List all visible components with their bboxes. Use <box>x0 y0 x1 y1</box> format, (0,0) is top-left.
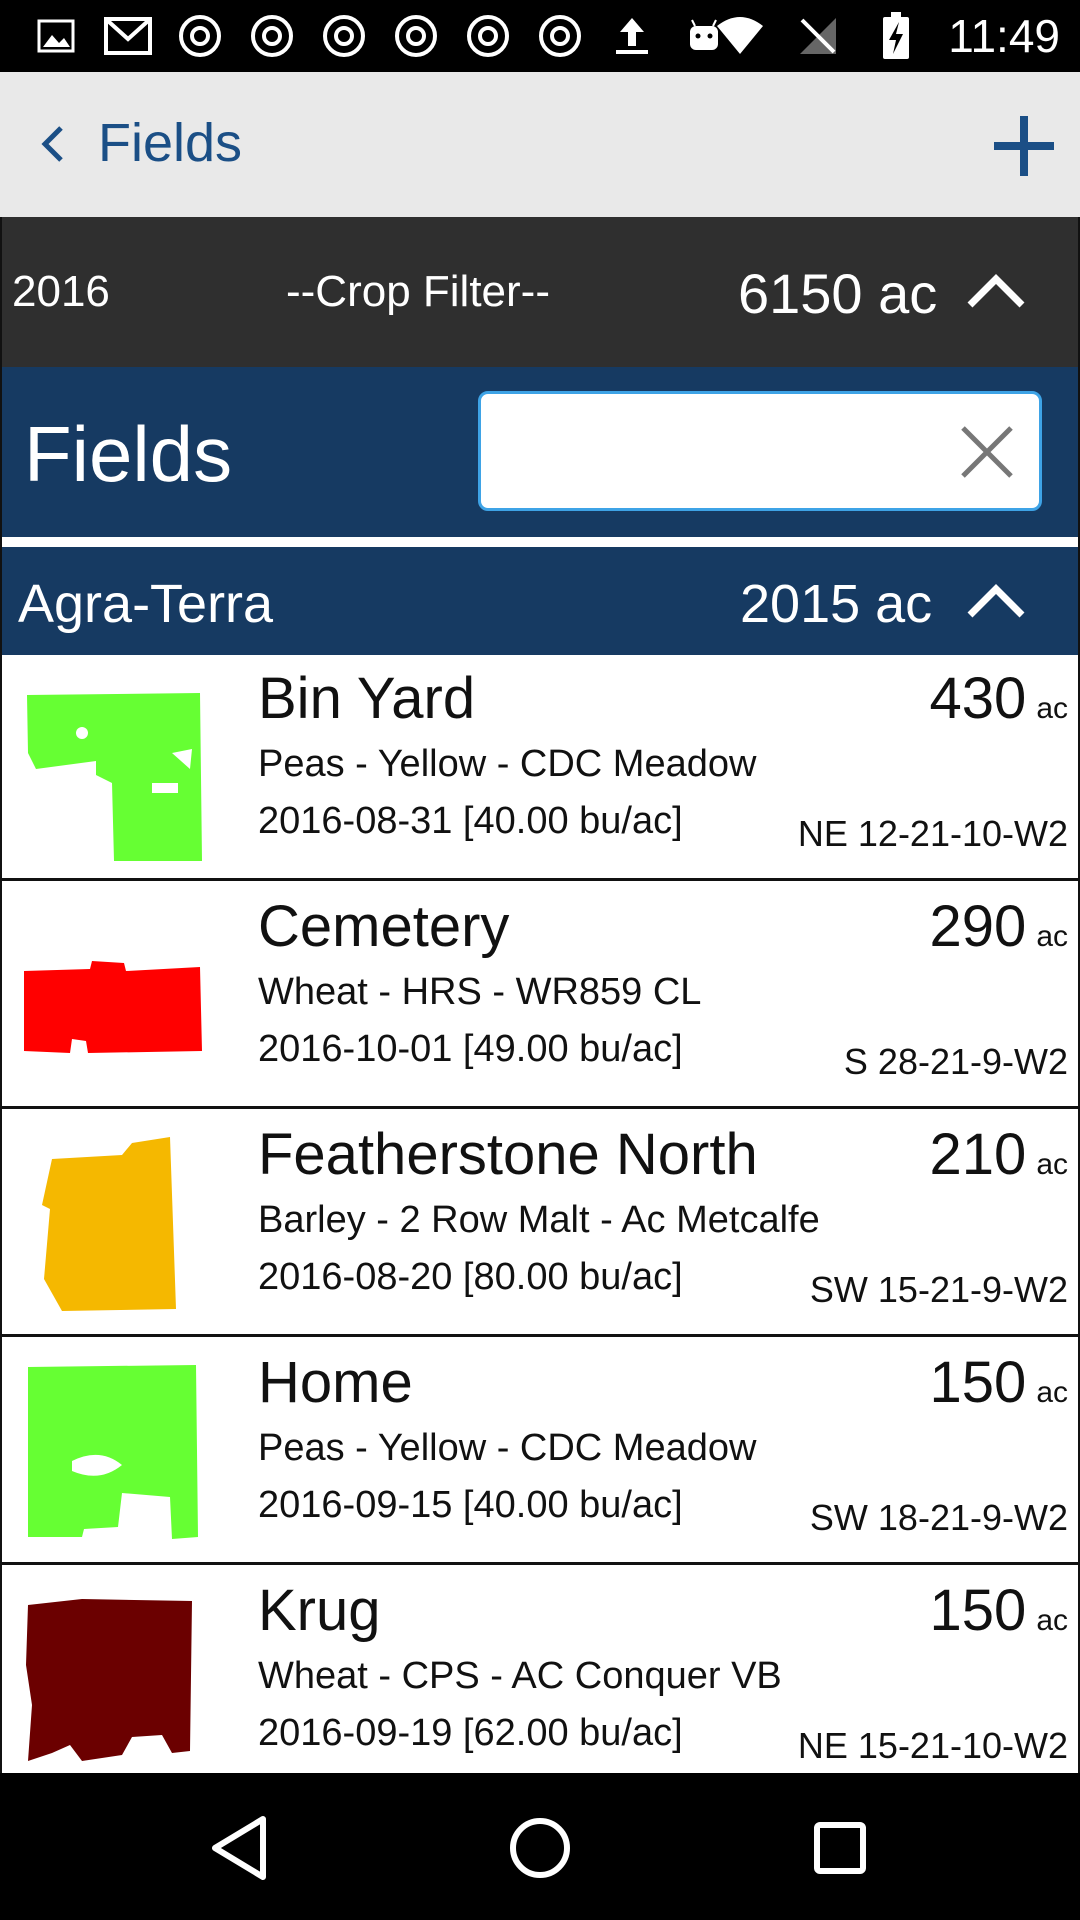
add-field-button[interactable] <box>986 108 1062 184</box>
close-icon <box>961 426 1013 478</box>
nav-recents-button[interactable] <box>795 1803 885 1893</box>
field-boundary-shape <box>26 1599 192 1761</box>
farm-name: Agra-Terra <box>18 574 274 634</box>
field-name: Bin Yard <box>258 666 476 731</box>
chrome-icon <box>390 12 442 60</box>
field-harvest: 2016-08-20 [80.00 bu/ac] <box>258 1256 683 1298</box>
field-harvest: 2016-10-01 [49.00 bu/ac] <box>258 1028 683 1070</box>
field-boundary-shape <box>24 961 202 1053</box>
crop-filter-selector[interactable]: --Crop Filter-- <box>286 267 550 317</box>
field-row[interactable]: Home Peas - Yellow - CDC Meadow 2016-09-… <box>2 1339 1078 1565</box>
total-area: 6150 ac <box>738 262 938 325</box>
field-name: Featherstone North <box>258 1122 758 1187</box>
field-legal-location: SW 15-21-9-W2 <box>809 1269 1068 1310</box>
field-crop: Wheat - HRS - WR859 CL <box>258 971 702 1013</box>
field-name: Home <box>258 1350 413 1415</box>
field-crop: Peas - Yellow - CDC Meadow <box>258 743 757 785</box>
fields-panel: 2016 --Crop Filter-- 6150 ac Fields Agra… <box>2 217 1078 1773</box>
triangle-back-icon <box>212 1816 266 1880</box>
upload-icon <box>606 12 658 60</box>
circle-home-icon <box>510 1818 570 1878</box>
farm-collapse-button[interactable] <box>964 573 1028 629</box>
field-boundary-shape <box>28 1365 198 1539</box>
field-name: Krug <box>258 1578 381 1643</box>
field-area: 150 ac <box>929 1350 1068 1415</box>
field-row[interactable]: Featherstone North Barley - 2 Row Malt -… <box>2 1111 1078 1337</box>
back-button[interactable] <box>22 114 82 174</box>
notification-icons <box>30 12 730 60</box>
nav-back-button[interactable] <box>195 1803 285 1893</box>
field-harvest: 2016-09-19 [62.00 bu/ac] <box>258 1712 683 1754</box>
chrome-icon <box>318 12 370 60</box>
nav-home-button[interactable] <box>495 1803 585 1893</box>
filter-bar: 2016 --Crop Filter-- 6150 ac <box>2 217 1078 367</box>
square-recents-icon <box>814 1822 866 1874</box>
clear-search-button[interactable] <box>957 422 1017 482</box>
field-area: 430 ac <box>929 666 1068 731</box>
field-crop: Barley - 2 Row Malt - Ac Metcalfe <box>258 1199 820 1241</box>
wifi-icon <box>714 12 766 60</box>
battery-charging-icon <box>870 12 922 60</box>
search-box[interactable] <box>478 391 1042 511</box>
field-area: 210 ac <box>929 1122 1068 1187</box>
field-list: Bin Yard Peas - Yellow - CDC Meadow 2016… <box>2 655 1078 1773</box>
section-title: Fields <box>24 410 233 498</box>
field-harvest: 2016-09-15 [40.00 bu/ac] <box>258 1484 683 1526</box>
field-name: Cemetery <box>258 894 510 959</box>
search-input[interactable] <box>497 394 931 510</box>
chrome-icon <box>246 12 298 60</box>
chevron-left-icon <box>41 126 63 162</box>
chrome-icon <box>534 12 586 60</box>
farm-area: 2015 ac <box>740 574 933 634</box>
no-signal-icon <box>792 12 844 60</box>
farm-group-header[interactable]: Agra-Terra 2015 ac <box>2 547 1078 655</box>
chrome-icon <box>462 12 514 60</box>
year-selector[interactable]: 2016 <box>12 267 110 317</box>
field-legal-location: S 28-21-9-W2 <box>843 1041 1068 1082</box>
chevron-up-icon <box>967 274 1025 308</box>
field-area: 150 ac <box>929 1578 1068 1643</box>
gmail-icon <box>102 12 154 60</box>
page-title: Fields <box>98 113 243 173</box>
field-boundary-shape <box>42 1137 176 1311</box>
chrome-icon <box>174 12 226 60</box>
field-row[interactable]: Cemetery Wheat - HRS - WR859 CL 2016-10-… <box>2 883 1078 1109</box>
fields-header: Fields <box>2 367 1078 537</box>
system-nav-bar <box>0 1773 1080 1920</box>
field-legal-location: NE 12-21-10-W2 <box>797 813 1068 854</box>
image-icon <box>30 12 82 60</box>
field-row[interactable]: Krug Wheat - CPS - AC Conquer VB 2016-09… <box>2 1567 1078 1773</box>
field-area: 290 ac <box>929 894 1068 959</box>
clock: 11:49 <box>948 10 1060 62</box>
field-row[interactable]: Bin Yard Peas - Yellow - CDC Meadow 2016… <box>2 655 1078 881</box>
status-bar: 11:49 <box>0 0 1080 72</box>
field-crop: Wheat - CPS - AC Conquer VB <box>258 1655 782 1697</box>
plus-icon <box>994 116 1054 176</box>
field-legal-location: NE 15-21-10-W2 <box>797 1725 1068 1766</box>
content-area: 2016 --Crop Filter-- 6150 ac Fields Agra… <box>0 217 1080 1773</box>
field-crop: Peas - Yellow - CDC Meadow <box>258 1427 757 1469</box>
filter-collapse-button[interactable] <box>964 263 1028 319</box>
chevron-up-icon <box>967 584 1025 618</box>
field-legal-location: SW 18-21-9-W2 <box>809 1497 1068 1538</box>
field-harvest: 2016-08-31 [40.00 bu/ac] <box>258 800 683 842</box>
app-bar: Fields <box>0 72 1080 217</box>
field-boundary-shape <box>27 693 202 861</box>
